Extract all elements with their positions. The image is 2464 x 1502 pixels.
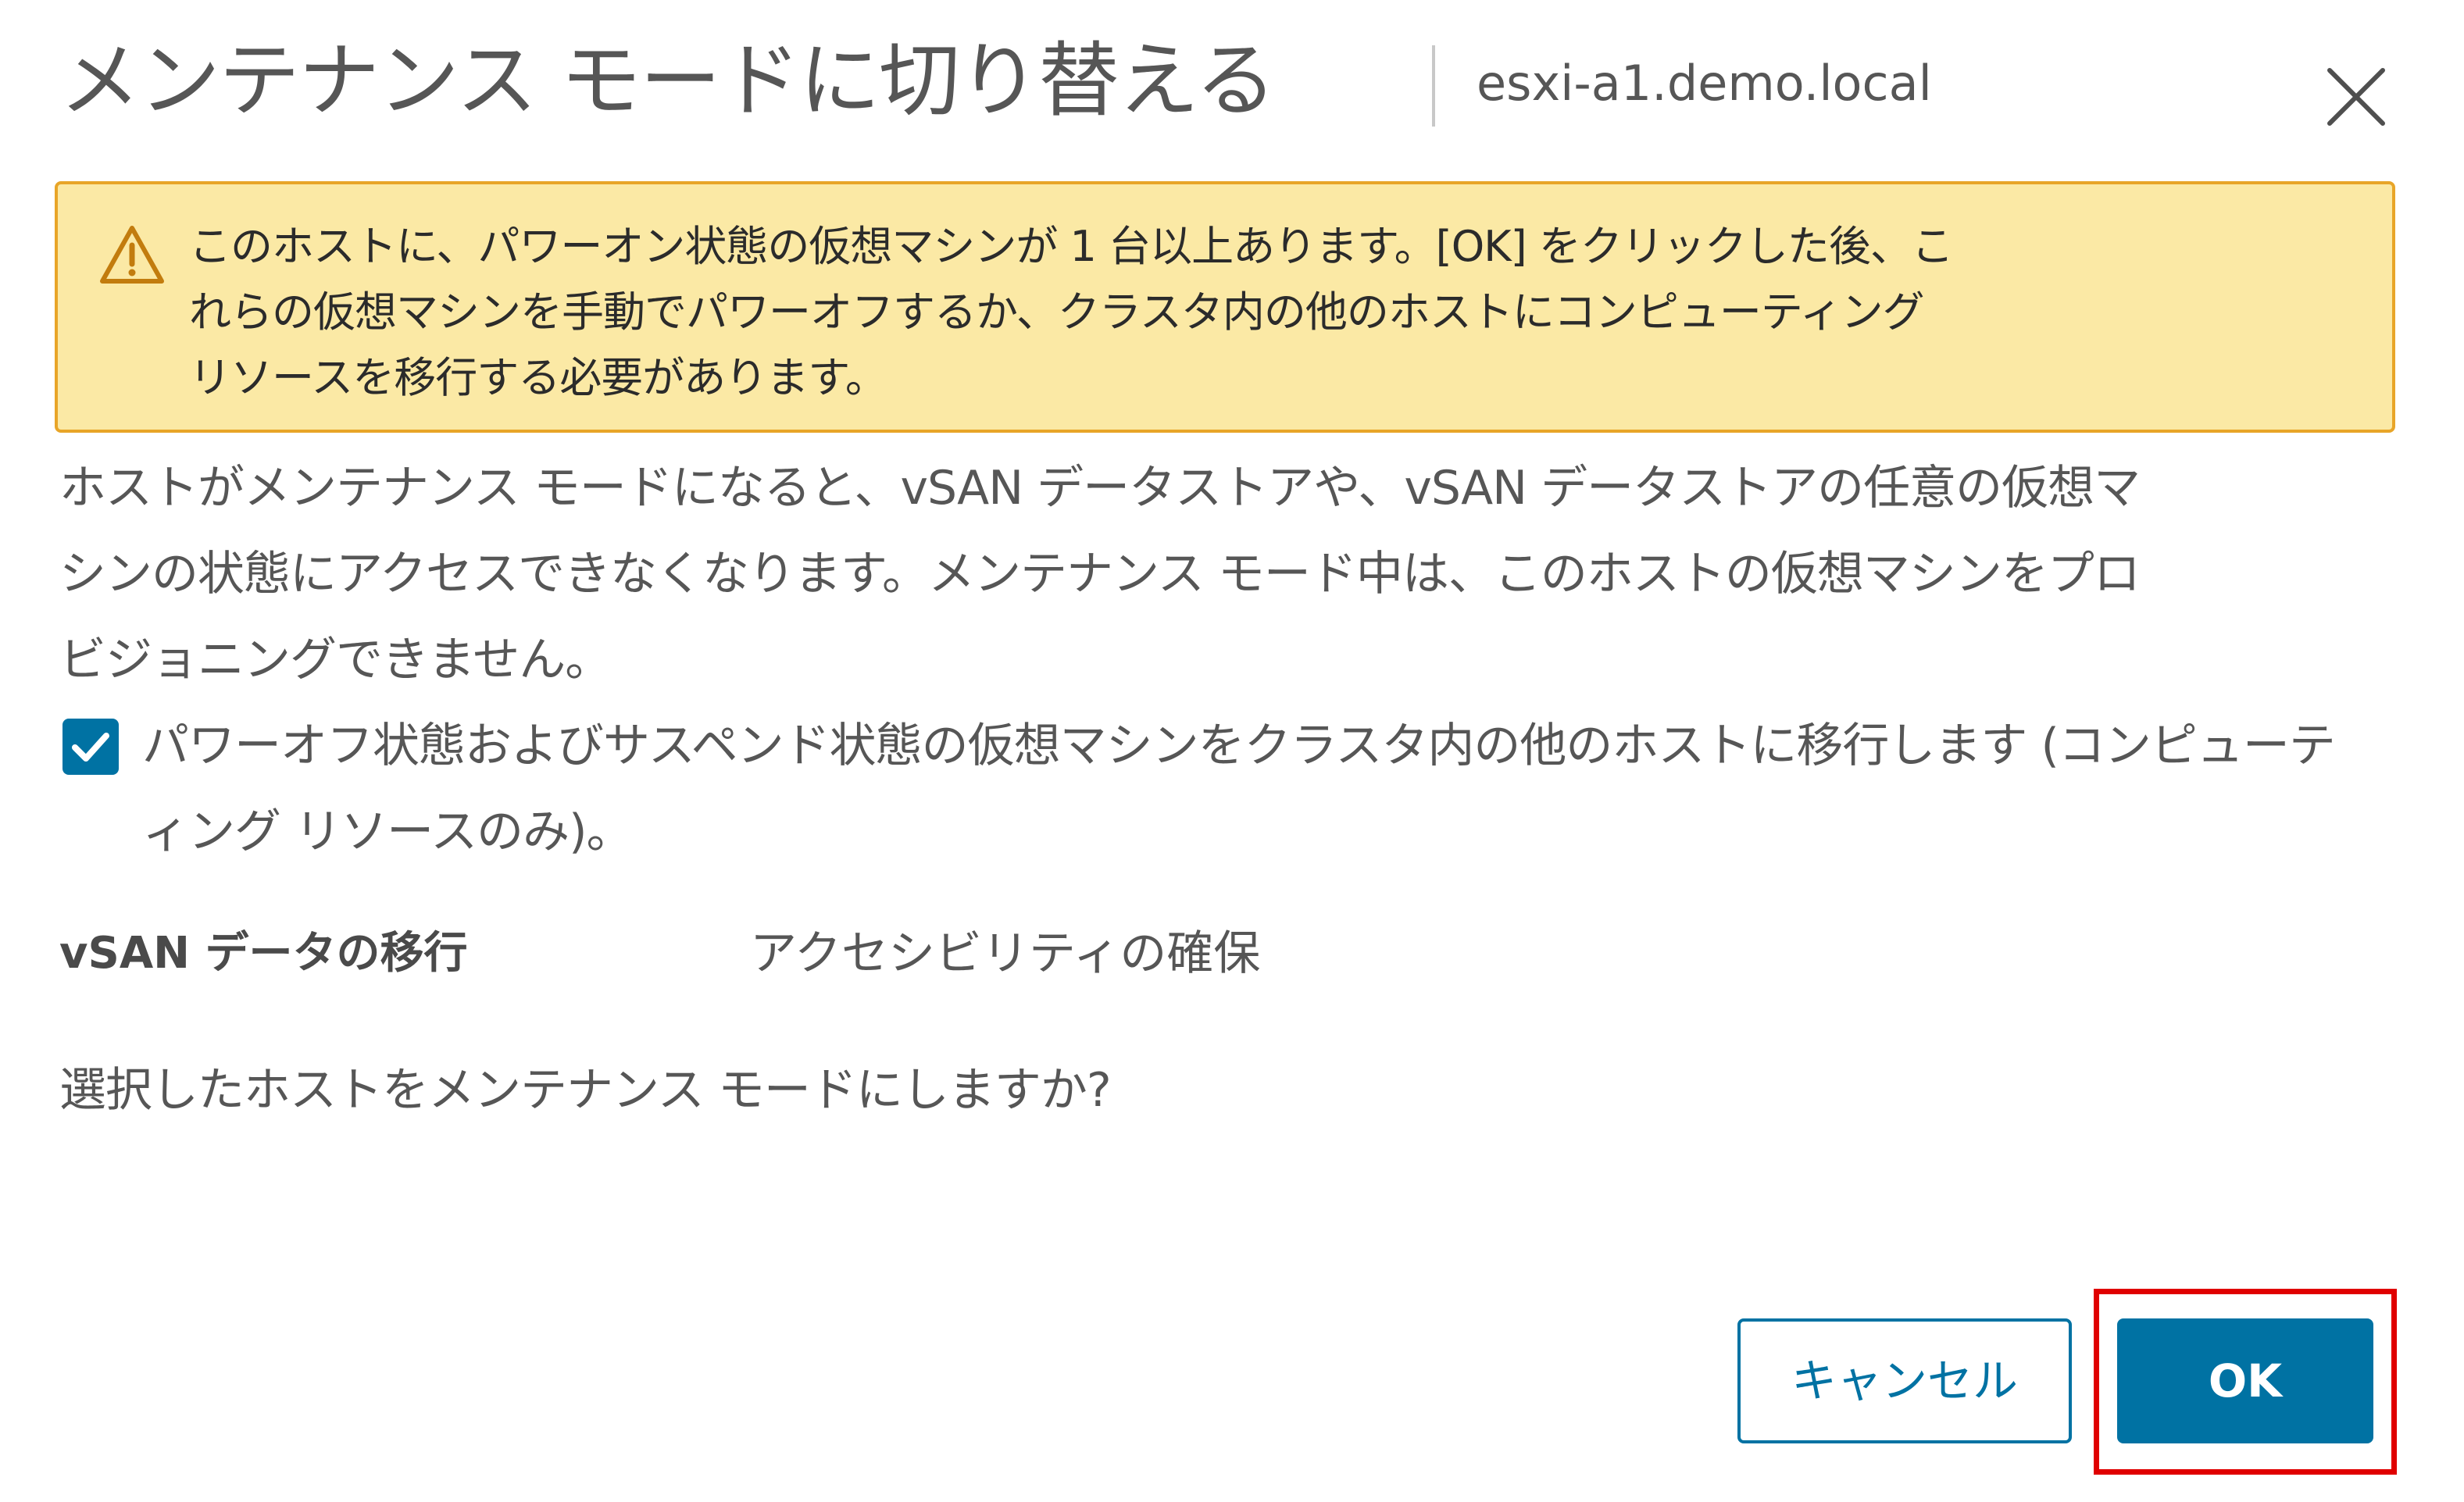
vsan-migration-label: vSAN データの移行 <box>59 928 468 979</box>
alert-message: このホストに、パワーオン状態の仮想マシンが 1 台以上あります。[OK] をクリ… <box>189 214 2252 411</box>
checkmark-icon <box>72 733 109 762</box>
close-button[interactable] <box>2325 66 2387 128</box>
warning-triangle-icon <box>98 223 166 286</box>
alert-line: れらの仮想マシンを手動でパワーオフするか、クラスタ内の他のホストにコンピューティ… <box>189 287 1925 337</box>
maintenance-mode-dialog: メンテナンス モードに切り替える esxi-a1.demo.local このホス… <box>0 0 2464 1502</box>
warning-alert: このホストに、パワーオン状態の仮想マシンが 1 台以上あります。[OK] をクリ… <box>55 181 2395 433</box>
checkbox-label-line: パワーオフ状態およびサスペンド状態の仮想マシンをクラスタ内の他のホストに移行しま… <box>142 719 2336 773</box>
description-line: シンの状態にアクセスできなくなります。メンテナンス モード中は、このホストの仮想… <box>59 547 2141 601</box>
ok-button[interactable]: OK <box>2117 1318 2373 1443</box>
alert-line: リソースを移行する必要があります。 <box>189 353 887 402</box>
migrate-vms-option: パワーオフ状態およびサスペンド状態の仮想マシンをクラスタ内の他のホストに移行しま… <box>59 703 2403 875</box>
close-icon <box>2327 68 2385 126</box>
dialog-title: メンテナンス モードに切り替える <box>59 33 1277 128</box>
confirm-question: 選択したホストをメンテナンス モードにしますか? <box>59 1063 1112 1118</box>
migrate-vms-checkbox[interactable] <box>62 719 119 775</box>
title-separator <box>1432 45 1435 127</box>
vsan-migration-value: アクセシビリティの確保 <box>750 926 1261 981</box>
alert-line: このホストに、パワーオン状態の仮想マシンが 1 台以上あります。[OK] をクリ… <box>189 222 1954 271</box>
description-text: ホストがメンテナンス モードになると、vSAN データストアや、vSAN データ… <box>59 445 2403 703</box>
checkbox-label-line: ィング リソースのみ)。 <box>142 805 633 859</box>
migrate-vms-label[interactable]: パワーオフ状態およびサスペンド状態の仮想マシンをクラスタ内の他のホストに移行しま… <box>142 703 2392 875</box>
cancel-button[interactable]: キャンセル <box>1737 1318 2072 1443</box>
description-line: ビジョニングできません。 <box>59 633 612 687</box>
description-line: ホストがメンテナンス モードになると、vSAN データストアや、vSAN データ… <box>59 461 2141 516</box>
host-name: esxi-a1.demo.local <box>1477 55 1932 112</box>
